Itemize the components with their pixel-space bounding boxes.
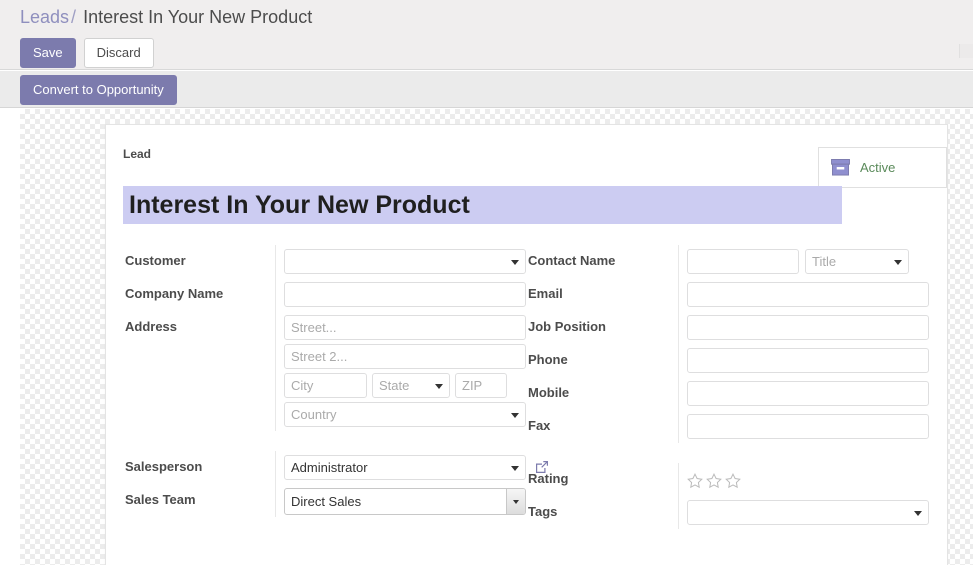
customer-input[interactable] — [284, 249, 526, 274]
phone-input[interactable] — [687, 348, 929, 373]
address-country-dropdown[interactable] — [284, 402, 526, 427]
salesperson-dropdown[interactable] — [284, 455, 526, 480]
status-badge-label: Active — [860, 160, 896, 175]
breadcrumb-current: Interest In Your New Product — [83, 7, 313, 27]
email-label: Email — [528, 286, 563, 301]
customer-label: Customer — [125, 253, 186, 268]
salesperson-input[interactable] — [284, 455, 526, 480]
contact-title-input[interactable] — [805, 249, 909, 274]
mobile-label: Mobile — [528, 385, 570, 400]
field-row-email: Email — [526, 278, 929, 311]
contact-name-label: Contact Name — [528, 253, 616, 268]
convert-to-opportunity-button[interactable]: Convert to Opportunity — [20, 75, 177, 105]
tags-label: Tags — [528, 504, 558, 519]
statusbar-button-band: Convert to Opportunity — [0, 71, 973, 108]
star-outline-icon[interactable] — [706, 473, 722, 489]
left-group-spacer — [123, 431, 526, 451]
field-row-sales-team: Sales Team Direct Sales — [123, 484, 526, 517]
tags-input[interactable] — [687, 500, 929, 525]
company-name-label: Company Name — [125, 286, 224, 301]
sales-team-select-wrapper[interactable]: Direct Sales — [284, 488, 526, 515]
field-row-mobile: Mobile — [526, 377, 929, 410]
address-state-dropdown[interactable] — [372, 373, 450, 398]
sales-team-select[interactable]: Direct Sales — [284, 488, 526, 515]
salesperson-label: Salesperson — [125, 459, 203, 474]
field-row-contact-name: Contact Name — [526, 245, 929, 278]
phone-label: Phone — [528, 352, 568, 367]
address-country-input[interactable] — [284, 402, 526, 427]
star-outline-icon[interactable] — [687, 473, 703, 489]
tags-dropdown[interactable] — [687, 500, 929, 525]
form-action-buttons: Save Discard — [20, 38, 154, 68]
discard-button[interactable]: Discard — [83, 38, 154, 68]
field-row-fax: Fax — [526, 410, 929, 443]
archive-box-icon — [831, 159, 850, 176]
archive-status-button[interactable]: Active — [818, 147, 947, 188]
field-row-address: Address — [123, 311, 526, 431]
company-name-input[interactable] — [284, 282, 526, 307]
right-group-spacer — [526, 443, 929, 463]
field-groups: Customer Company Name Address Street... … — [123, 245, 929, 529]
star-outline-icon[interactable] — [725, 473, 741, 489]
field-row-customer: Customer — [123, 245, 526, 278]
right-field-column: Contact Name Title Email Job Position Ph… — [526, 245, 929, 529]
mobile-input[interactable] — [687, 381, 929, 406]
address-street-input[interactable] — [284, 315, 526, 340]
field-row-job-position: Job Position — [526, 311, 929, 344]
address-label: Address — [125, 319, 178, 334]
field-row-salesperson: Salesperson — [123, 451, 548, 484]
job-position-label: Job Position — [528, 319, 606, 334]
fax-input[interactable] — [687, 414, 929, 439]
address-city-input[interactable] — [284, 373, 367, 398]
external-link-icon[interactable] — [534, 459, 550, 475]
control-panel: Leads / Interest In Your New Product Save… — [0, 0, 973, 70]
field-row-rating: Rating — [526, 463, 929, 496]
breadcrumb-separator: / — [71, 7, 77, 27]
left-field-column: Customer Company Name Address Street... … — [123, 245, 548, 529]
field-row-company-name: Company Name — [123, 278, 526, 311]
address-street2-input[interactable] — [284, 344, 526, 369]
lead-form-page: Leads / Interest In Your New Product Save… — [0, 0, 973, 565]
sales-team-label: Sales Team — [125, 492, 196, 507]
fax-label: Fax — [528, 418, 551, 433]
contact-name-input[interactable] — [687, 249, 799, 274]
address-zip-input[interactable] — [455, 373, 507, 398]
pager-stub[interactable] — [959, 44, 973, 58]
rating-stars[interactable] — [687, 467, 929, 489]
breadcrumb-leads-link[interactable]: Leads — [20, 7, 69, 27]
save-button[interactable]: Save — [20, 38, 76, 68]
breadcrumb: Leads / Interest In Your New Product — [20, 7, 312, 28]
customer-dropdown[interactable] — [284, 249, 526, 274]
field-row-phone: Phone — [526, 344, 929, 377]
field-row-tags: Tags — [526, 496, 929, 529]
form-sheet: Lead Active Customer — [105, 124, 948, 565]
job-position-input[interactable] — [687, 315, 929, 340]
email-input[interactable] — [687, 282, 929, 307]
sheet-subtitle: Lead — [123, 147, 152, 161]
contact-title-dropdown[interactable] — [805, 249, 909, 274]
page-background-left-strip — [0, 109, 20, 565]
lead-title-input[interactable] — [123, 186, 842, 224]
address-state-input[interactable] — [372, 373, 450, 398]
